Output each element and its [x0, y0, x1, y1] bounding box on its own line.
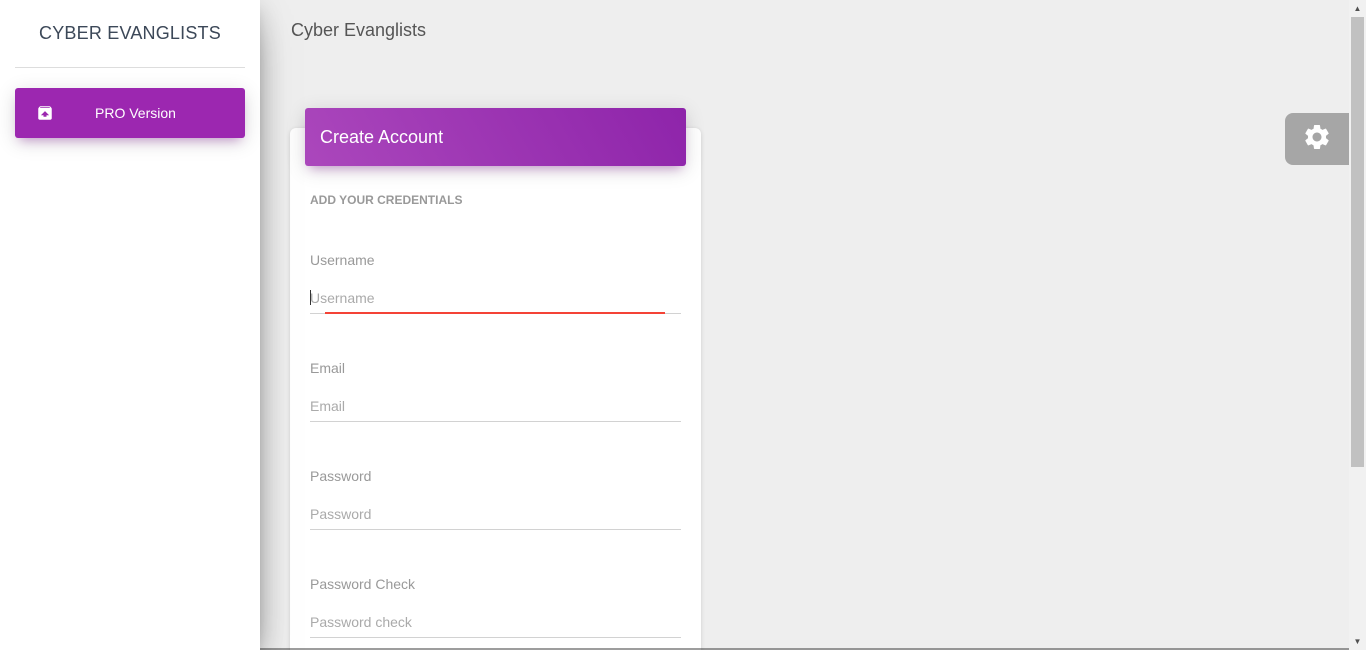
password-check-input[interactable]	[310, 606, 681, 638]
email-label: Email	[310, 360, 346, 376]
password-label: Password	[310, 468, 372, 484]
username-focus-underline	[325, 312, 665, 314]
sidebar-item-pro-version[interactable]: PRO Version	[15, 88, 245, 138]
scroll-up-arrow-icon[interactable]: ▲	[1349, 0, 1366, 17]
sidebar-item-label: PRO Version	[95, 105, 176, 121]
password-input[interactable]	[310, 498, 681, 530]
page-title[interactable]: Cyber Evanglists	[291, 20, 426, 41]
card-title: Create Account	[320, 126, 444, 147]
scroll-down-arrow-icon[interactable]: ▼	[1349, 633, 1366, 650]
sidebar: CYBER EVANGLISTS PRO Version	[0, 0, 260, 650]
password-check-label: Password Check	[310, 576, 416, 592]
gear-icon	[1302, 122, 1332, 157]
username-label: Username	[310, 252, 375, 268]
settings-plugin-button[interactable]	[1285, 113, 1349, 165]
scrollbar-thumb[interactable]	[1351, 17, 1364, 467]
text-caret	[310, 290, 311, 305]
unarchive-icon	[35, 103, 55, 123]
username-input[interactable]	[310, 282, 681, 314]
brand-logo-text[interactable]: CYBER EVANGLISTS	[15, 0, 245, 68]
section-title: ADD YOUR CREDENTIALS	[310, 193, 463, 207]
card-header: Create Account	[305, 108, 686, 166]
email-input[interactable]	[310, 390, 681, 422]
page-scrollbar[interactable]: ▲ ▼	[1349, 0, 1366, 650]
